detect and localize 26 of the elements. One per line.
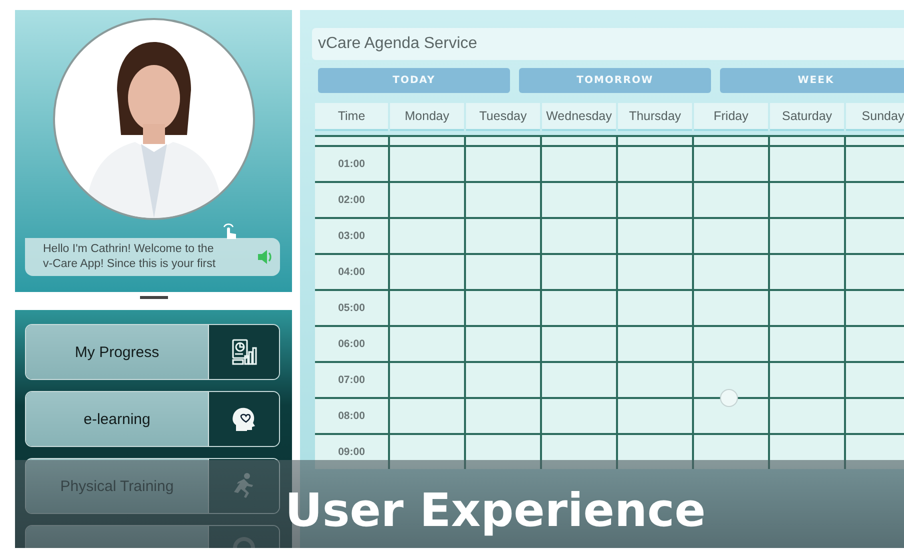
view-tab[interactable]: TOMORROW [519, 68, 711, 93]
column-header: Friday [694, 103, 768, 131]
greeting-message: Hello I'm Cathrin! Welcome to the v-Care App! Since this is your first [43, 242, 217, 272]
view-tab[interactable]: WEEK [720, 68, 904, 93]
column-header: Monday [390, 103, 464, 131]
time-cell: 02:00 [315, 183, 388, 217]
time-cell: 03:00 [315, 219, 388, 253]
column-header: Thursday [618, 103, 692, 131]
time-cell: 05:00 [315, 291, 388, 325]
agenda-title: vCare Agenda Service [312, 28, 904, 60]
view-tab[interactable]: TODAY [318, 68, 510, 93]
column-header: Saturday [770, 103, 844, 131]
menu-button[interactable]: Physical Training [25, 458, 280, 514]
menu-button[interactable]: e-learning [25, 391, 280, 447]
column-header: Time [315, 103, 388, 131]
caption-title: User Experience [285, 482, 706, 537]
column-header: Tuesday [466, 103, 540, 131]
time-cell: 04:00 [315, 255, 388, 289]
time-cell: 07:00 [315, 363, 388, 397]
column-header: Sunday [846, 103, 904, 131]
column-header: Wednesday [542, 103, 616, 131]
menu-button[interactable]: My Progress [25, 324, 280, 380]
time-cell: 01:00 [315, 147, 388, 181]
time-cell: 09:00 [315, 435, 388, 469]
time-cell: 08:00 [315, 399, 388, 433]
time-cell: 06:00 [315, 327, 388, 361]
